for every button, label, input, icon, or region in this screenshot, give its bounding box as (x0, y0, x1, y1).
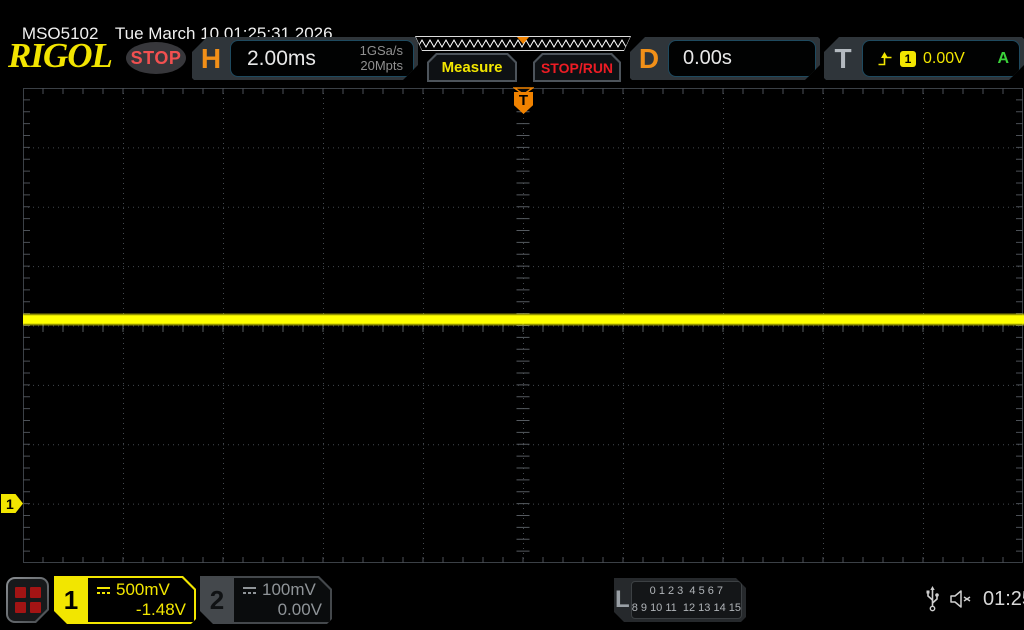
trigger-sweep-mode: A (997, 49, 1009, 67)
logic-row-1: 0 1 2 3 4 5 6 7 (649, 584, 724, 597)
channel-1-number: 1 (63, 584, 79, 615)
delay-box[interactable]: D 0.00s (630, 37, 820, 80)
memory-strip-frame (415, 36, 631, 51)
channel-1-info: 500mV -1.48V (88, 578, 194, 622)
speaker-muted-icon (950, 590, 971, 608)
timebase-value-box: 2.00ms 1GSa/s 20Mpts (230, 40, 414, 77)
run-state-badge: STOP (126, 42, 186, 74)
channel-1-trace (23, 313, 1024, 326)
channel-2-scale: 100mV (262, 580, 316, 599)
usb-icon (926, 586, 939, 612)
channel-2-offset: 0.00V (277, 600, 322, 619)
memory-depth: 20Mpts (360, 57, 403, 73)
acquisition-info: 1GSa/s 20Mpts (360, 44, 413, 74)
logic-label: L (615, 586, 630, 613)
timebase-value: 2.00ms (247, 46, 316, 70)
channel-1-offset-marker[interactable]: 1 (1, 494, 23, 513)
logic-channels: 0 1 2 3 4 5 6 7 8 9 10 11 12 13 14 15 (631, 581, 742, 619)
trigger-level: 0.00V (923, 49, 965, 67)
channel-2-number: 2 (209, 584, 225, 615)
rising-edge-icon (877, 51, 893, 67)
channel-1-offset: -1.48V (135, 600, 186, 619)
grid-menu-icon (8, 579, 47, 621)
clock: 01:25 (983, 587, 1024, 610)
delay-value: 0.00s (683, 47, 732, 69)
delay-value-box: 0.00s (668, 40, 816, 77)
trigger-source-badge: 1 (900, 51, 916, 67)
logic-row-2: 8 9 10 11 12 13 14 15 (631, 602, 741, 614)
logic-analyzer-tab[interactable]: L 0 1 2 3 4 5 6 7 8 9 10 11 12 13 14 15 (614, 578, 746, 622)
sample-rate: 1GSa/s (359, 42, 403, 58)
channel-2-tab[interactable]: 2 100mV 0.00V (200, 576, 332, 624)
trigger-label: T (834, 43, 852, 74)
channel-2-info: 100mV 0.00V (234, 578, 330, 622)
channel-1-scale: 500mV (116, 580, 170, 599)
delay-label: D (638, 43, 660, 74)
stop-run-button[interactable]: STOP/RUN (533, 53, 621, 82)
dc-coupling-icon (96, 585, 111, 596)
measure-button[interactable]: Measure (427, 53, 517, 82)
menu-button[interactable] (6, 577, 49, 623)
rigol-logo: RIGOL (8, 36, 113, 75)
memory-position-marker-icon[interactable] (517, 37, 529, 44)
trigger-box[interactable]: T 1 0.00V A (824, 37, 1024, 80)
dc-coupling-icon (242, 585, 257, 596)
horizontal-timebase-box[interactable]: H 2.00ms 1GSa/s 20Mpts (192, 37, 418, 80)
waveform-memory-strip[interactable] (415, 36, 631, 51)
trigger-value-box: 1 0.00V A (862, 40, 1020, 77)
channel-1-tab[interactable]: 1 500mV -1.48V (54, 576, 196, 624)
oscilloscope-screen: MSO5102 Tue March 10 01:25:31 2026 RIGOL… (0, 0, 1024, 630)
